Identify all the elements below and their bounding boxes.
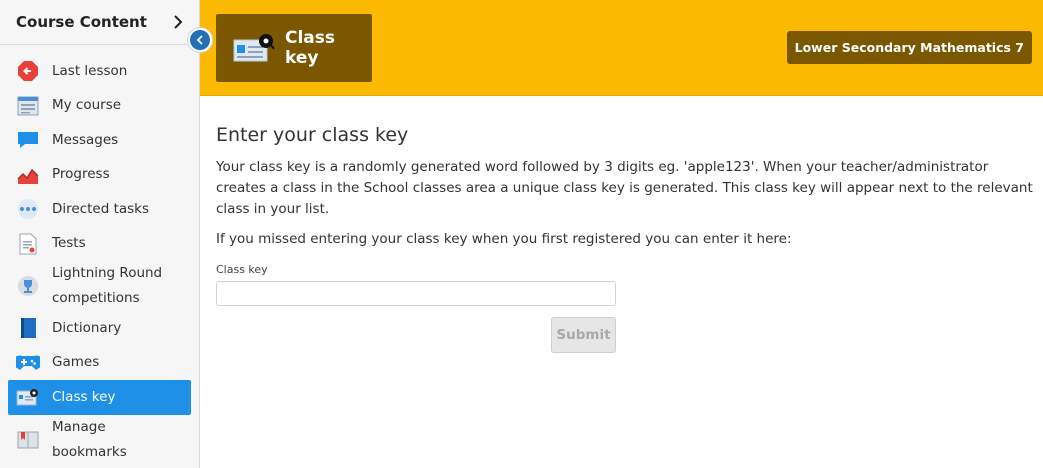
sidebar-item-my-course[interactable]: My course — [8, 89, 191, 124]
sidebar-item-label: Dictionary — [52, 319, 122, 336]
page-title-box: Class key — [216, 14, 372, 82]
class-key-label: Class key — [216, 263, 268, 276]
back-arrow-icon — [16, 59, 40, 83]
test-document-icon — [16, 232, 40, 256]
main-content: Enter your class key Your class key is a… — [216, 124, 1038, 353]
course-page-icon — [16, 94, 40, 118]
sidebar-item-messages[interactable]: Messages — [8, 123, 191, 158]
speech-bubble-icon — [16, 128, 40, 152]
chevron-right-icon[interactable] — [171, 15, 185, 29]
sidebar-item-label: Manage bookmarks — [52, 418, 127, 460]
directed-tasks-icon — [16, 197, 40, 221]
submit-button[interactable]: Submit — [551, 317, 616, 353]
bookmark-book-icon — [16, 428, 40, 452]
sidebar-item-games[interactable]: Games — [8, 346, 191, 381]
book-icon — [16, 316, 40, 340]
submit-row: Submit — [216, 317, 616, 353]
sidebar-item-label: Class key — [52, 388, 116, 405]
sidebar-title: Course Content — [16, 13, 147, 31]
sidebar-header: Course Content — [0, 0, 199, 45]
class-key-input[interactable] — [216, 281, 616, 306]
sidebar-item-label: Progress — [52, 166, 110, 183]
sidebar-item-progress[interactable]: Progress — [8, 158, 191, 193]
sidebar-item-directed-tasks[interactable]: Directed tasks — [8, 192, 191, 227]
sidebar-item-last-lesson[interactable]: Last lesson — [8, 54, 191, 89]
sidebar-item-label: Messages — [52, 131, 119, 148]
sidebar-item-label: Lightning Round competitions — [52, 265, 163, 306]
sidebar-item-lightning-round[interactable]: Lightning Round competitions — [8, 261, 191, 311]
page-header: Class key Lower Secondary Mathematics 7 — [200, 0, 1043, 96]
sidebar-item-label: Games — [52, 354, 100, 371]
course-badge[interactable]: Lower Secondary Mathematics 7 — [786, 31, 1032, 64]
description-text: Your class key is a randomly generated w… — [216, 159, 1033, 217]
chevron-left-icon — [196, 35, 203, 45]
gamepad-icon — [16, 351, 40, 375]
sidebar-item-tests[interactable]: Tests — [8, 227, 191, 262]
class-key-icon — [233, 33, 275, 63]
hint-text: If you missed entering your class key wh… — [216, 231, 792, 247]
collapse-sidebar-button[interactable] — [188, 28, 212, 52]
sidebar-item-dictionary[interactable]: Dictionary — [8, 311, 191, 346]
sidebar-nav: Last lesson My course Messages Progress … — [0, 45, 199, 465]
trophy-icon — [16, 274, 40, 298]
progress-chart-icon — [16, 163, 40, 187]
class-key-icon — [16, 385, 40, 409]
sidebar-item-manage-bookmarks[interactable]: Manage bookmarks — [8, 415, 191, 465]
sidebar-item-label: Tests — [52, 235, 86, 252]
sidebar-item-label: Directed tasks — [52, 200, 150, 217]
sidebar-item-class-key[interactable]: Class key — [8, 380, 191, 415]
page-title: Class key — [285, 28, 336, 68]
sidebar-item-label: My course — [52, 97, 122, 114]
sidebar: Course Content Last lesson My course Mes… — [0, 0, 200, 468]
sidebar-item-label: Last lesson — [52, 62, 128, 79]
section-heading: Enter your class key — [216, 124, 409, 146]
